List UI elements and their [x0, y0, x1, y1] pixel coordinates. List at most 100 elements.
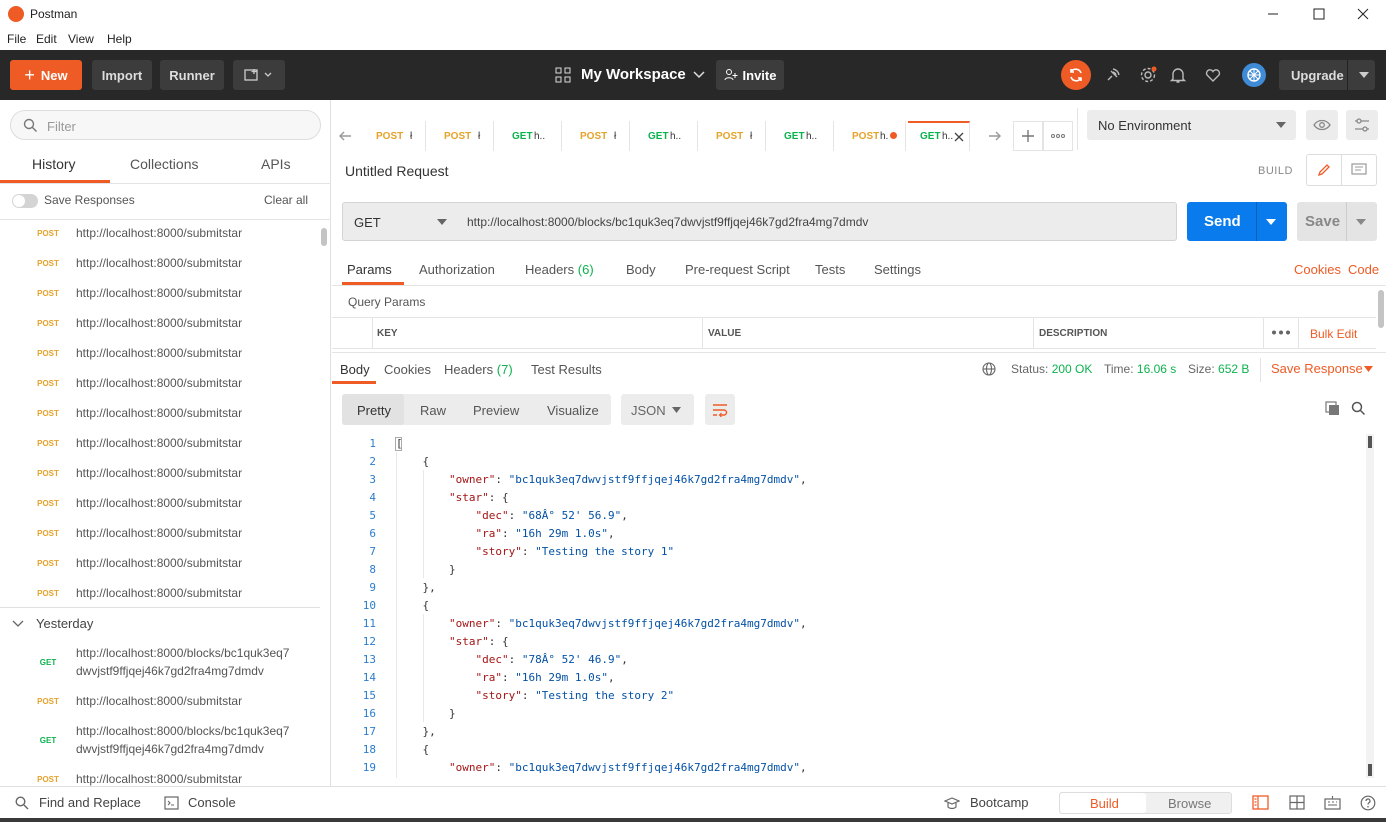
- settings-gear-icon[interactable]: [1136, 63, 1160, 87]
- request-tab-active[interactable]: GET h..: [908, 121, 970, 151]
- avatar[interactable]: [1242, 63, 1266, 87]
- request-tab[interactable]: GET h..: [500, 121, 562, 151]
- caret-down-icon[interactable]: [1266, 219, 1276, 225]
- runner-button[interactable]: Runner: [160, 60, 224, 90]
- maximize-icon[interactable]: [1296, 0, 1342, 28]
- response-tab-headers[interactable]: Headers (7): [444, 362, 513, 377]
- close-tab-icon[interactable]: [954, 132, 964, 142]
- request-scrollbar[interactable]: [1378, 290, 1384, 328]
- invite-button[interactable]: Invite: [716, 60, 784, 90]
- request-tab[interactable]: GET h..: [772, 121, 834, 151]
- minimize-icon[interactable]: [1250, 0, 1296, 28]
- code-scrollbar-bottom[interactable]: [1368, 764, 1372, 776]
- menu-file[interactable]: File: [7, 32, 26, 46]
- help-icon[interactable]: [1360, 795, 1376, 811]
- request-tab[interactable]: POST ł: [568, 121, 630, 151]
- search-icon[interactable]: [1351, 401, 1366, 416]
- request-tab[interactable]: GET h..: [636, 121, 698, 151]
- sidebar-scrollbar[interactable]: [321, 228, 327, 246]
- notification-bell-icon[interactable]: [1166, 63, 1190, 87]
- open-new-button[interactable]: [233, 60, 285, 90]
- globe-icon[interactable]: [982, 362, 996, 376]
- save-button[interactable]: Save: [1297, 202, 1377, 241]
- layout-grid-icon[interactable]: [1289, 795, 1305, 810]
- response-tab-body[interactable]: Body: [340, 362, 370, 377]
- manage-environments-button[interactable]: [1346, 110, 1378, 140]
- wrap-lines-button[interactable]: [705, 394, 735, 425]
- history-url: http://localhost:8000/submitstar: [76, 406, 243, 420]
- two-pane-view-icon[interactable]: [1252, 795, 1269, 810]
- chevron-down-icon[interactable]: [12, 620, 24, 628]
- console-button[interactable]: Console: [188, 795, 236, 810]
- menu-help[interactable]: Help: [107, 32, 132, 46]
- tab-settings[interactable]: Settings: [874, 262, 921, 277]
- menu-view[interactable]: View: [68, 32, 94, 46]
- view-raw[interactable]: Raw: [420, 403, 446, 418]
- view-preview[interactable]: Preview: [473, 403, 519, 418]
- tab-pre-request-script[interactable]: Pre-request Script: [685, 262, 790, 277]
- response-tab-test-results[interactable]: Test Results: [531, 362, 602, 377]
- documentation-button[interactable]: [1341, 154, 1377, 186]
- find-replace-button[interactable]: Find and Replace: [39, 795, 141, 810]
- code-link[interactable]: Code: [1348, 262, 1379, 277]
- new-tab-button[interactable]: [1013, 121, 1043, 151]
- request-tab[interactable]: POST ł: [704, 121, 766, 151]
- taskbar-edge: [0, 818, 1386, 822]
- arrow-left-icon[interactable]: [338, 129, 352, 143]
- sync-icon[interactable]: [1061, 60, 1091, 90]
- group-yesterday[interactable]: Yesterday: [36, 616, 93, 631]
- url-input[interactable]: http://localhost:8000/blocks/bc1quk3eq7d…: [457, 202, 1177, 241]
- upgrade-button[interactable]: Upgrade: [1279, 60, 1375, 90]
- bulk-edit-link[interactable]: Bulk Edit: [1310, 327, 1357, 341]
- code-scrollbar-top[interactable]: [1368, 436, 1372, 448]
- edit-mode-button[interactable]: [1306, 154, 1342, 186]
- satellite-icon[interactable]: [1101, 63, 1125, 87]
- code-text: "star": {: [448, 635, 509, 648]
- format-select[interactable]: JSON: [621, 394, 694, 425]
- keyboard-shortcuts-icon[interactable]: [1324, 795, 1341, 810]
- history-item[interactable]: GET http://localhost:8000/blocks/bc1quk3…: [0, 722, 320, 762]
- upgrade-label: Upgrade: [1291, 67, 1344, 83]
- tab-body[interactable]: Body: [626, 262, 656, 277]
- build-tab[interactable]: Build: [1090, 796, 1119, 811]
- method-select[interactable]: GET: [342, 202, 458, 241]
- send-button[interactable]: Send: [1187, 202, 1287, 241]
- save-responses-toggle[interactable]: [12, 194, 38, 208]
- cookies-link[interactable]: Cookies: [1294, 262, 1341, 277]
- heart-icon[interactable]: [1201, 63, 1225, 87]
- caret-down-icon[interactable]: [1356, 219, 1366, 225]
- more-options-icon[interactable]: [1272, 330, 1290, 335]
- history-item[interactable]: GET http://localhost:8000/blocks/bc1quk3…: [0, 644, 320, 684]
- tab-collections[interactable]: Collections: [130, 156, 198, 172]
- clear-all-button[interactable]: Clear all: [264, 193, 308, 207]
- response-tab-cookies[interactable]: Cookies: [384, 362, 431, 377]
- view-pretty[interactable]: Pretty: [357, 403, 391, 418]
- tab-params[interactable]: Params: [347, 262, 392, 277]
- request-tab[interactable]: POST ł: [432, 121, 494, 151]
- bootcamp-button[interactable]: Bootcamp: [970, 795, 1029, 810]
- request-tab[interactable]: POST ł: [364, 121, 426, 151]
- filter-input[interactable]: Filter: [10, 110, 321, 140]
- request-title[interactable]: Untitled Request: [345, 163, 449, 179]
- tab-authorization[interactable]: Authorization: [419, 262, 495, 277]
- menu-edit[interactable]: Edit: [36, 32, 57, 46]
- caret-down-icon[interactable]: [1364, 366, 1373, 372]
- environment-select[interactable]: No Environment: [1087, 110, 1296, 140]
- tab-apis[interactable]: APIs: [261, 156, 291, 172]
- environment-quick-look-button[interactable]: [1306, 110, 1338, 140]
- tab-method: POST: [444, 131, 472, 142]
- more-tabs-button[interactable]: [1043, 121, 1073, 151]
- request-tab[interactable]: POST h.: [840, 121, 906, 151]
- close-icon[interactable]: [1340, 0, 1386, 28]
- save-response-button[interactable]: Save Response: [1271, 361, 1363, 376]
- copy-icon[interactable]: [1325, 401, 1340, 416]
- workspace-switcher[interactable]: My Workspace: [555, 66, 706, 83]
- import-button[interactable]: Import: [92, 60, 152, 90]
- tab-tests[interactable]: Tests: [815, 262, 845, 277]
- tab-headers[interactable]: Headers (6): [525, 262, 594, 277]
- arrow-right-icon[interactable]: [988, 129, 1002, 143]
- view-visualize[interactable]: Visualize: [547, 403, 599, 418]
- tab-history[interactable]: History: [32, 156, 76, 172]
- new-button[interactable]: + New: [10, 60, 82, 90]
- browse-tab[interactable]: Browse: [1168, 796, 1211, 811]
